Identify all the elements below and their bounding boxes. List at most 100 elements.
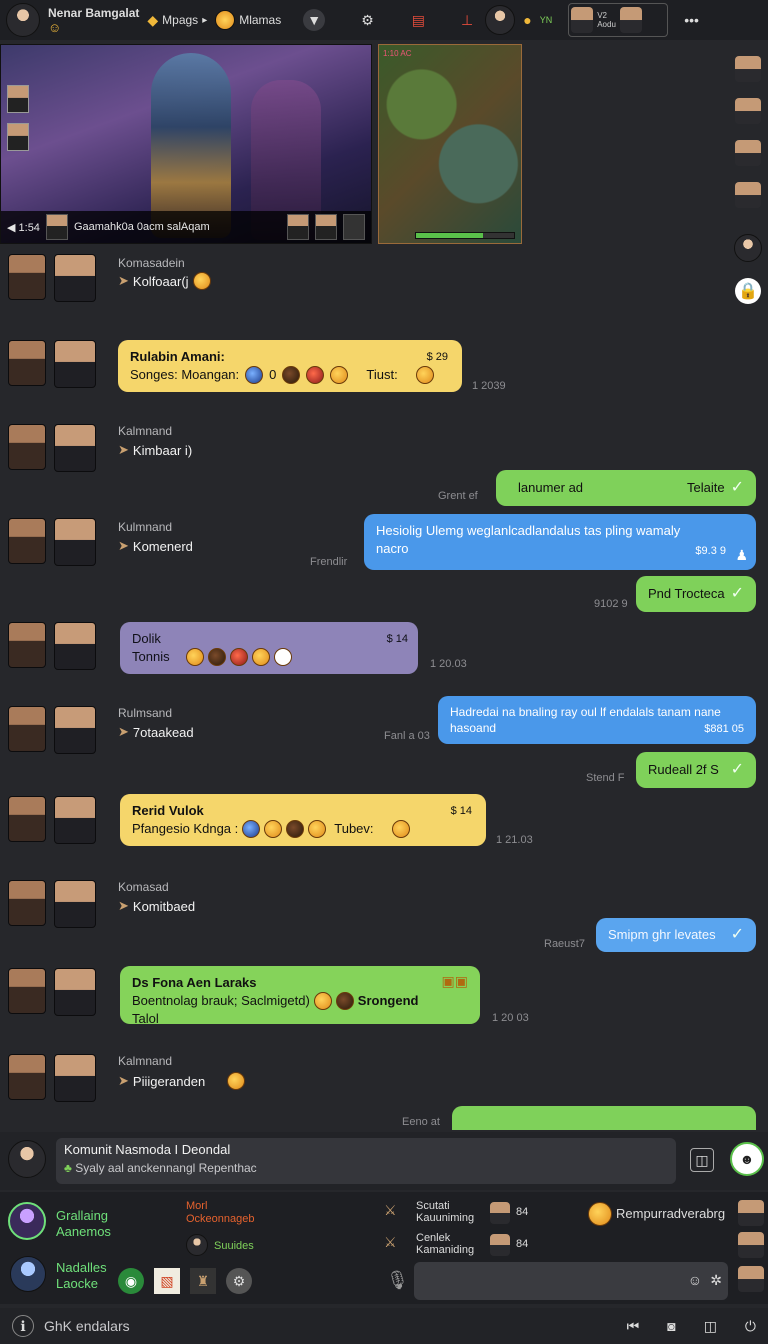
group-avatar[interactable] xyxy=(10,1256,46,1292)
promo-label[interactable]: Rempurradverabrg xyxy=(616,1206,725,1221)
outgoing-bubble[interactable]: Rudeall 2f S ✓ xyxy=(636,752,756,788)
rail-avatar[interactable] xyxy=(735,140,761,166)
avatar[interactable] xyxy=(54,518,96,566)
bubble-meta: $ 29 xyxy=(426,351,448,363)
avatar[interactable] xyxy=(54,340,96,388)
coin-icon[interactable]: ● xyxy=(523,12,531,28)
emoji-picker-icon[interactable]: ☺ xyxy=(688,1272,702,1288)
avatar[interactable] xyxy=(54,968,96,1016)
bot-icon[interactable]: ☻ xyxy=(730,1142,764,1176)
party-panel[interactable]: V2 Aodu xyxy=(568,3,669,37)
avatar[interactable] xyxy=(54,1054,96,1102)
avatar[interactable] xyxy=(54,622,96,670)
outgoing-bubble[interactable]: Smipm ghr levates ✓ xyxy=(596,918,756,952)
profile-avatar[interactable] xyxy=(6,3,40,37)
avatar[interactable] xyxy=(8,424,46,470)
avatar[interactable] xyxy=(8,880,46,926)
mini-avatar[interactable] xyxy=(186,1234,208,1256)
reply-input[interactable]: Komunit Nasmoda I Deondal ♣ Syaly aal an… xyxy=(56,1138,676,1184)
rail-avatar[interactable] xyxy=(735,98,761,124)
microphone-icon[interactable]: 🎙 xyxy=(386,1270,409,1291)
guides-label[interactable]: Suuides xyxy=(214,1240,254,1252)
stream-counter[interactable]: ◀ 1:54 xyxy=(7,221,40,234)
bubble-body: Pfangesio Kdnga : Tubev: xyxy=(132,820,474,838)
back-icon[interactable]: ⏮ xyxy=(627,1318,640,1335)
avatar[interactable] xyxy=(54,796,96,844)
message-avatars xyxy=(8,518,96,566)
viewer-thumb[interactable] xyxy=(287,214,309,240)
avatar[interactable] xyxy=(8,254,46,300)
avatar[interactable] xyxy=(54,880,96,928)
message-sender: Kalmnand xyxy=(118,1054,173,1068)
nav-mlamas[interactable]: Mlamas xyxy=(215,10,281,30)
lock-icon[interactable]: ◫ xyxy=(690,1148,714,1172)
viewer-thumb[interactable] xyxy=(315,214,337,240)
avatar[interactable] xyxy=(54,706,96,754)
message-bubble[interactable]: Rerid Vulok Pfangesio Kdnga : Tubev: $ 1… xyxy=(120,794,486,846)
document-icon[interactable]: ▧ xyxy=(154,1268,180,1294)
profile-title: Nenar Bamgalat ☺ xyxy=(48,5,140,35)
group-name[interactable]: Grallaing Aanemos xyxy=(56,1208,111,1240)
message-bubble[interactable]: Dolik Tonnis $ 14 xyxy=(120,622,418,674)
info-icon[interactable]: ℹ xyxy=(12,1315,34,1337)
streamer-thumb[interactable] xyxy=(45,214,68,240)
rail-round-avatar[interactable] xyxy=(734,234,762,262)
reply-avatar[interactable] xyxy=(8,1140,46,1178)
outgoing-bubble[interactable]: Pnd Trocteca ✓ xyxy=(636,576,756,612)
power-icon[interactable]: ⏻ xyxy=(745,1318,756,1335)
mod-label: Morl Ockeonnageb xyxy=(186,1200,255,1225)
lock-icon[interactable]: 🔒 xyxy=(735,278,761,304)
emoji-icon xyxy=(245,366,264,384)
dock-avatar[interactable] xyxy=(738,1232,764,1258)
pin-icon[interactable]: ⊥ xyxy=(461,12,473,29)
avatar[interactable] xyxy=(8,518,46,564)
sticker-icon[interactable]: ✲ xyxy=(710,1272,722,1289)
group-avatar[interactable] xyxy=(8,1202,46,1240)
gamepad-icon[interactable]: ⚙ xyxy=(226,1268,252,1294)
emoji-icon xyxy=(229,648,248,666)
avatar[interactable] xyxy=(8,1054,46,1100)
group-name[interactable]: Nadalles Laocke xyxy=(56,1260,107,1292)
nav-mpags[interactable]: ◆ Mpags ▸ xyxy=(147,12,207,29)
reply-subtitle: ♣ Syaly aal anckennangl Repenthac xyxy=(64,1161,257,1175)
message-time: 1 20 03 xyxy=(492,1012,529,1024)
outgoing-bubble[interactable]: Hesiolig Ulemg weglanlcadlandalus tas pl… xyxy=(364,514,756,570)
channel-label[interactable]: Cenlek Kamaniding xyxy=(416,1232,474,1256)
outgoing-bubble[interactable] xyxy=(452,1106,756,1130)
message-bubble[interactable]: Rulabin Amani: Songes: Moangan: 0 Tiust:… xyxy=(118,340,462,392)
footer-text[interactable]: GhK endalars xyxy=(44,1318,130,1334)
message-bubble[interactable]: Ds Fona Aen Laraks Boentnolag brauk; Sac… xyxy=(120,966,480,1026)
mlamas-icon xyxy=(215,10,236,30)
dock-avatar[interactable] xyxy=(738,1200,764,1226)
shield-icon[interactable]: ▼ xyxy=(303,9,326,31)
party-avatar xyxy=(571,7,594,33)
avatar[interactable] xyxy=(54,424,96,472)
channel-label[interactable]: Scutati Kauuniming xyxy=(416,1200,474,1224)
reply-icon: ➤ xyxy=(118,898,129,913)
dock-avatar[interactable] xyxy=(738,1266,764,1292)
avatar[interactable] xyxy=(8,622,46,668)
avatar[interactable] xyxy=(8,968,46,1014)
more-icon[interactable]: ••• xyxy=(684,12,699,28)
badge-icon[interactable]: ♜ xyxy=(190,1268,216,1294)
avatar[interactable] xyxy=(8,796,46,842)
viewer-thumb[interactable] xyxy=(343,214,365,240)
reply-icon: ➤ xyxy=(118,273,129,288)
message-compose[interactable]: ☺ ✲ xyxy=(414,1262,728,1300)
camera-icon[interactable]: ◙ xyxy=(667,1318,675,1334)
outgoing-bubble[interactable]: Hadredai na bnaling ray oul lf endalals … xyxy=(438,696,756,744)
minimap[interactable]: 1:10 AC xyxy=(378,44,522,244)
avatar[interactable] xyxy=(54,254,96,302)
calendar-icon[interactable]: ▤ xyxy=(412,12,425,29)
outgoing-bubble[interactable]: lanumer ad Telaite ✓ xyxy=(496,470,756,506)
rail-avatar[interactable] xyxy=(735,182,761,208)
gear-icon[interactable]: ⚙ xyxy=(361,12,374,29)
avatar[interactable] xyxy=(8,706,46,752)
reply-icon: ➤ xyxy=(118,442,129,457)
game-stream[interactable]: ◀ 1:54 Gaamahk0a 0acm salAqam xyxy=(0,44,372,244)
rail-avatar[interactable] xyxy=(735,56,761,82)
contact-avatar[interactable] xyxy=(485,5,516,35)
folder-icon[interactable]: ◫ xyxy=(704,1318,717,1335)
globe-icon[interactable]: ◉ xyxy=(118,1268,144,1294)
avatar[interactable] xyxy=(8,340,46,386)
